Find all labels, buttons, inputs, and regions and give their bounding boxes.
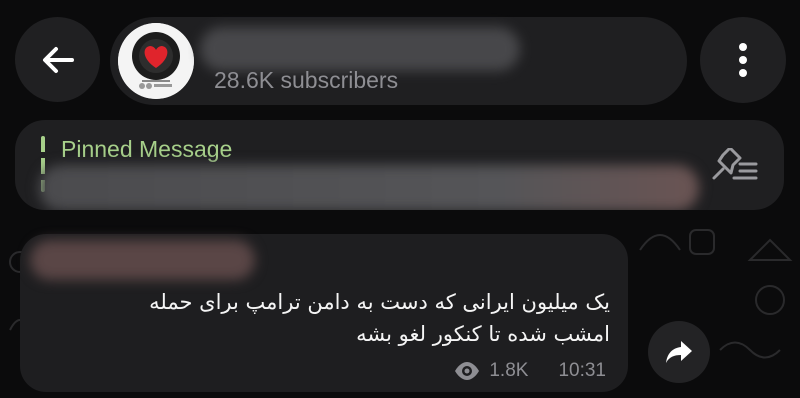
post-time: 10:31	[558, 360, 606, 381]
eye-icon	[455, 362, 480, 380]
channel-name-redacted	[200, 27, 520, 71]
more-options-button[interactable]	[700, 17, 786, 103]
forward-arrow-icon	[666, 341, 692, 363]
forward-button[interactable]	[648, 321, 710, 383]
post-meta: 1.8K 10:31	[453, 360, 606, 382]
back-button[interactable]	[15, 17, 100, 102]
pinned-message-bar[interactable]: Pinned Message	[15, 120, 784, 210]
channel-avatar[interactable]	[118, 23, 194, 99]
pinned-title: Pinned Message	[61, 136, 233, 162]
pin-list-icon	[712, 146, 758, 180]
vertical-dots-icon	[739, 43, 747, 77]
channel-post[interactable]: یک میلیون ایرانی که دست به دامن ترامپ بر…	[20, 234, 628, 392]
arrow-left-icon	[42, 46, 74, 73]
post-text-line: امشب شده تا کنکور لغو بشه	[356, 322, 610, 346]
post-text-line: یک میلیون ایرانی که دست به دامن ترامپ بر…	[149, 290, 610, 314]
pinned-list-button[interactable]	[710, 146, 760, 182]
post-author-redacted	[30, 240, 255, 280]
channel-logo	[118, 23, 194, 99]
subscriber-count: 28.6K subscribers	[214, 67, 399, 93]
channel-header[interactable]: 28.6K subscribers	[110, 17, 687, 105]
pinned-preview-redacted	[39, 165, 699, 210]
view-count: 1.8K	[489, 360, 529, 381]
post-text: یک میلیون ایرانی که دست به دامن ترامپ بر…	[30, 286, 610, 350]
